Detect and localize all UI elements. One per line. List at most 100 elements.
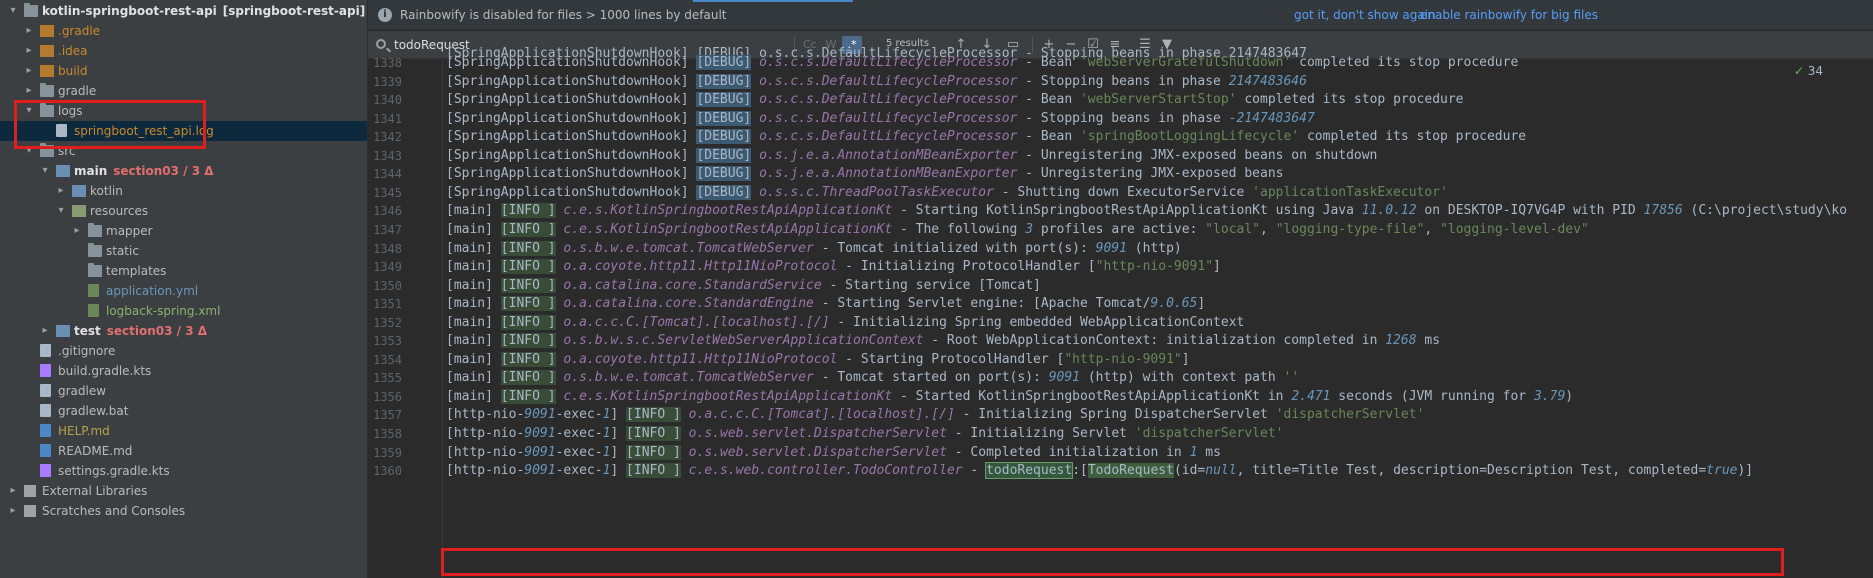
log-line: 1348 [main] [INFO ] o.s.b.w.e.tomcat.Tomc… xyxy=(368,240,1873,258)
log-line-text: [SpringApplicationShutdownHook] [DEBUG] … xyxy=(446,147,1377,165)
tree-label-text: README.md xyxy=(58,444,133,458)
log-token: [INFO ] xyxy=(500,240,556,256)
tree-label-text: logback-spring.xml xyxy=(106,304,221,318)
tree-item-folder-build[interactable]: ▸ build xyxy=(0,61,367,81)
tree-item-file-build-gradle[interactable]: build.gradle.kts xyxy=(0,361,367,381)
inspection-counter[interactable]: ✓ 34 xyxy=(1794,64,1823,78)
log-content[interactable]: [SpringApplicationShutdownHook] [DEBUG] … xyxy=(368,46,1873,578)
tree-label: gradle xyxy=(58,81,96,101)
log-token: - Starting Servlet engine: [Apache Tomca… xyxy=(813,296,1151,312)
chevron-right-icon[interactable]: ▸ xyxy=(22,81,36,101)
tree-item-file-application-yml[interactable]: application.yml xyxy=(0,281,367,301)
log-token: [http-nio- xyxy=(446,444,525,460)
file-icon xyxy=(40,344,51,357)
line-number: 1346 xyxy=(373,204,402,219)
tree-item-folder-mapper[interactable]: ▸ mapper xyxy=(0,221,367,241)
log-token: o.s.b.w.s.c.ServletWebServerApplicationC… xyxy=(563,333,924,349)
log-line: 1355 [main] [INFO ] o.s.b.w.e.tomcat.Tomc… xyxy=(368,369,1873,387)
line-number: 1340 xyxy=(373,93,402,108)
log-line-text: [http-nio-9091-exec-1] [INFO ] o.s.web.s… xyxy=(446,444,1221,462)
tree-item-folder-gradle[interactable]: ▸ gradle xyxy=(0,81,367,101)
tree-item-file-settings-gradle[interactable]: settings.gradle.kts xyxy=(0,461,367,481)
chevron-right-icon[interactable]: ▸ xyxy=(6,481,20,501)
log-token xyxy=(751,166,759,181)
log-token: - xyxy=(962,463,987,479)
log-line-text: [SpringApplicationShutdownHook] [DEBUG] … xyxy=(446,128,1526,146)
chevron-right-icon[interactable]: ▸ xyxy=(70,221,84,241)
log-line: 1342 [SpringApplicationShutdownHook] [DEB… xyxy=(368,128,1873,146)
tree-item-file-help-md[interactable]: HELP.md xyxy=(0,421,367,441)
log-line-text: [main] [INFO ] o.s.b.w.s.c.ServletWebSer… xyxy=(446,332,1440,350)
log-token: [SpringApplicationShutdownHook] xyxy=(446,184,697,200)
log-token: [SpringApplicationShutdownHook] xyxy=(446,147,697,163)
tree-item-folder-resources[interactable]: ▾ resources xyxy=(0,201,367,221)
file-icon xyxy=(40,464,51,477)
tree-label-text: Scratches and Consoles xyxy=(42,504,186,518)
tree-item-external-libraries[interactable]: ▸ External Libraries xyxy=(0,481,367,501)
folder-icon xyxy=(88,223,102,237)
tree-label-text: kotlin-springboot-rest-api xyxy=(42,4,217,18)
log-token: [INFO ] xyxy=(626,426,681,441)
tree-item-folder-kotlin[interactable]: ▸ kotlin xyxy=(0,181,367,201)
log-token: o.s.s.c.ThreadPoolTaskExecutor xyxy=(759,184,994,200)
line-number: 1342 xyxy=(373,130,402,145)
chevron-right-icon[interactable]: ▸ xyxy=(6,501,20,521)
line-number: 1358 xyxy=(373,427,402,441)
folder-icon xyxy=(72,205,86,217)
chevron-down-icon[interactable]: ▾ xyxy=(54,201,68,221)
log-token: [main] xyxy=(446,296,501,312)
log-token: - Stopping beans in phase xyxy=(1017,110,1229,126)
line-number: 1345 xyxy=(373,185,402,200)
log-token: [INFO ] xyxy=(626,463,681,479)
log-token: o.a.coyote.http11.Http11NioProtocol xyxy=(563,259,838,275)
log-token: - Completed initialization in xyxy=(946,444,1190,460)
dismiss-link[interactable]: got it, don't show again xyxy=(1294,0,1436,30)
tree-item-file-logback-xml[interactable]: logback-spring.xml xyxy=(0,301,367,321)
tree-item-file-gitignore[interactable]: .gitignore xyxy=(0,341,367,361)
chevron-right-icon[interactable]: ▸ xyxy=(54,181,68,201)
tree-item-file-gradlew-bat[interactable]: gradlew.bat xyxy=(0,401,367,421)
log-token xyxy=(751,185,759,200)
tree-item-project-root[interactable]: ▾ kotlin-springboot-rest-api [springboot-r… xyxy=(0,1,367,21)
chevron-right-icon[interactable]: ▸ xyxy=(22,21,36,41)
log-line: 1346 [main] [INFO ] c.e.s.KotlinSpringboo… xyxy=(368,202,1873,220)
log-token: - The following xyxy=(892,221,1026,237)
log-token: completed its stop procedure xyxy=(1299,129,1527,145)
chevron-right-icon[interactable]: ▸ xyxy=(22,61,36,81)
log-line-text: [SpringApplicationShutdownHook] [DEBUG] … xyxy=(446,110,1315,128)
log-token: -exec- xyxy=(555,426,603,441)
chevron-down-icon[interactable]: ▾ xyxy=(38,161,52,181)
tree-label: gradlew xyxy=(58,381,106,401)
tree-item-scratches-consoles[interactable]: ▸ Scratches and Consoles xyxy=(0,501,367,521)
tree-item-file-gradlew[interactable]: gradlew xyxy=(0,381,367,401)
log-token: - Root WebApplicationContext: initializa… xyxy=(923,333,1386,349)
tree-item-folder-gradle-cache[interactable]: ▸ .gradle xyxy=(0,21,367,41)
tree-item-folder-templates[interactable]: templates xyxy=(0,261,367,281)
chevron-right-icon[interactable]: ▸ xyxy=(38,321,52,341)
log-token: - Initializing Spring embedded WebApplic… xyxy=(829,314,1245,330)
tree-item-folder-test[interactable]: ▸ test section03 / 3 Δ xyxy=(0,321,367,341)
log-token: [INFO ] xyxy=(500,314,556,330)
tree-label-text: mapper xyxy=(106,224,153,238)
file-icon xyxy=(40,424,51,437)
tree-label-text: .idea xyxy=(58,44,88,58)
tree-label: HELP.md xyxy=(58,421,110,441)
tree-label-text: kotlin xyxy=(90,184,123,198)
tree-item-folder-idea[interactable]: ▸ .idea xyxy=(0,41,367,61)
log-token: 2.471 xyxy=(1291,388,1331,404)
tree-item-file-readme-md[interactable]: README.md xyxy=(0,441,367,461)
log-token: [INFO ] xyxy=(500,277,556,293)
log-token: 3.79 xyxy=(1533,388,1566,404)
line-number: 1338 xyxy=(373,56,402,70)
tree-item-folder-main[interactable]: ▾ main section03 / 3 Δ xyxy=(0,161,367,181)
chevron-down-icon[interactable]: ▾ xyxy=(6,1,20,21)
line-number: 1359 xyxy=(373,445,402,460)
log-line: 1354 [main] [INFO ] o.a.coyote.http11.Htt… xyxy=(368,351,1873,369)
log-token: profiles are active: xyxy=(1033,221,1206,237)
tree-label-text: gradlew.bat xyxy=(58,404,129,418)
log-token: - Unregistering JMX-exposed beans on shu… xyxy=(1017,147,1378,163)
tree-item-folder-static[interactable]: static xyxy=(0,241,367,261)
log-token: - Initializing Spring DispatcherServlet xyxy=(954,407,1276,423)
enable-rainbowify-link[interactable]: enable rainbowify for big files xyxy=(1420,0,1598,30)
chevron-right-icon[interactable]: ▸ xyxy=(22,41,36,61)
